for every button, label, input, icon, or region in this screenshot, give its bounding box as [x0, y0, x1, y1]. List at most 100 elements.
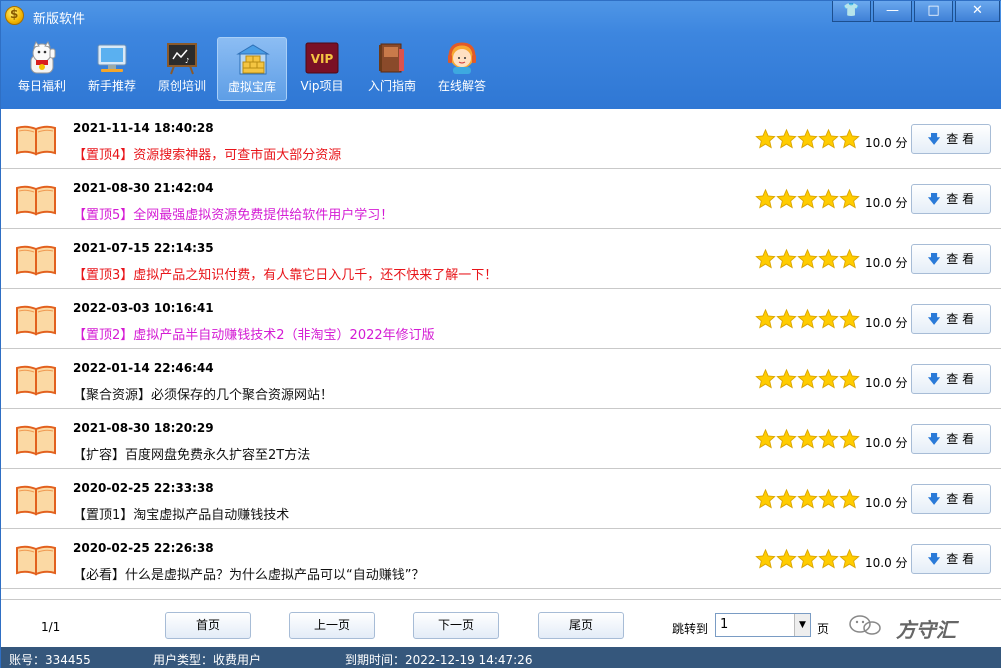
- skin-button[interactable]: 👕: [832, 1, 871, 22]
- view-button[interactable]: 🡇 查 看: [911, 424, 991, 454]
- toolbar-label: Vip项目: [300, 79, 344, 93]
- rating-stars: [755, 128, 860, 152]
- star-icon: [755, 308, 776, 329]
- item-date: 2022-03-03 10:16:41: [73, 301, 214, 315]
- view-button[interactable]: 🡇 查 看: [911, 184, 991, 214]
- toolbar-daily-benefits[interactable]: 每日福利: [7, 37, 77, 101]
- open-book-icon: [16, 125, 56, 156]
- star-icon: [755, 488, 776, 509]
- star-icon: [797, 488, 818, 509]
- view-button-label: 查 看: [946, 552, 975, 566]
- item-title[interactable]: 【扩容】百度网盘免费永久扩容至2T方法: [73, 444, 310, 463]
- last-page-button[interactable]: 尾页: [538, 612, 624, 639]
- item-title[interactable]: 【置顶2】虚拟产品半自动赚钱技术2（非淘宝）2022年修订版: [73, 324, 435, 343]
- view-button[interactable]: 🡇 查 看: [911, 244, 991, 274]
- toolbar-label: 在线解答: [437, 79, 486, 93]
- next-page-button[interactable]: 下一页: [413, 612, 499, 639]
- item-title[interactable]: 【置顶3】虚拟产品之知识付费，有人靠它日入几千，还不快来了解一下！: [73, 264, 497, 283]
- item-title[interactable]: 【置顶5】全网最强虚拟资源免费提供给软件用户学习！: [73, 204, 393, 223]
- open-book-icon: [16, 305, 56, 336]
- view-button-label: 查 看: [946, 252, 975, 266]
- toolbar-online-help[interactable]: 在线解答: [427, 37, 497, 101]
- item-title[interactable]: 【聚合资源】必须保存的几个聚合资源网站！: [73, 384, 333, 403]
- star-icon: [776, 428, 797, 449]
- chevron-down-icon[interactable]: ▼: [794, 614, 810, 636]
- star-icon: [818, 248, 839, 269]
- star-icon: [755, 368, 776, 389]
- item-date: 2021-08-30 18:20:29: [73, 421, 214, 435]
- view-button-label: 查 看: [946, 312, 975, 326]
- list-item: 2021-08-30 18:20:29 【扩容】百度网盘免费永久扩容至2T方法 10…: [1, 409, 1001, 469]
- star-icon: [797, 428, 818, 449]
- toolbar-getting-started[interactable]: 入门指南: [357, 37, 427, 101]
- expire-time-text: 到期时间：2022-12-19 14:47:26: [345, 653, 533, 667]
- star-icon: [818, 128, 839, 149]
- item-date: 2021-08-30 21:42:04: [73, 181, 214, 195]
- item-title[interactable]: 【置顶1】淘宝虚拟产品自动赚钱技术: [73, 504, 289, 523]
- star-icon: [839, 548, 860, 569]
- jump-page-value: 1: [720, 617, 729, 632]
- view-button[interactable]: 🡇 查 看: [911, 304, 991, 334]
- download-arrow-icon: 🡇: [927, 492, 941, 506]
- star-icon: [755, 188, 776, 209]
- item-date: 2020-02-25 22:26:38: [73, 541, 214, 555]
- item-date: 2021-07-15 22:14:35: [73, 241, 214, 255]
- maximize-button[interactable]: □: [914, 1, 953, 22]
- vip-badge-text: VIP: [311, 52, 334, 66]
- prev-page-button[interactable]: 上一页: [289, 612, 375, 639]
- star-icon: [818, 548, 839, 569]
- open-book-icon: [16, 485, 56, 516]
- item-score: 10.0 分: [865, 376, 908, 390]
- toolbar-virtual-treasury[interactable]: 虚拟宝库: [217, 37, 287, 101]
- toolbar-label: 每日福利: [17, 79, 66, 93]
- user-type-text: 用户类型：收费用户: [153, 653, 262, 667]
- watermark-text: 方守汇: [896, 618, 956, 642]
- svg-text:♪: ♪: [185, 57, 189, 65]
- view-button[interactable]: 🡇 查 看: [911, 484, 991, 514]
- account-text: 账号：334455: [9, 653, 91, 667]
- app-window: 新版软件 👕 — □ ✕ 每日福利: [0, 0, 1001, 668]
- close-button[interactable]: ✕: [955, 1, 1000, 22]
- toolbar-label: 入门指南: [367, 79, 416, 93]
- jump-page-select[interactable]: 1 ▼: [715, 613, 811, 637]
- header: 新版软件 👕 — □ ✕ 每日福利: [1, 1, 1001, 109]
- toolbar-label: 虚拟宝库: [227, 80, 276, 94]
- rating-stars: [755, 428, 860, 452]
- open-book-icon: [16, 245, 56, 276]
- view-button[interactable]: 🡇 查 看: [911, 364, 991, 394]
- star-icon: [797, 308, 818, 329]
- item-date: 2022-01-14 22:46:44: [73, 361, 214, 375]
- star-icon: [797, 248, 818, 269]
- book-stack-icon: [379, 43, 404, 73]
- toolbar-original-training[interactable]: ♪ 原创培训: [147, 37, 217, 101]
- star-icon: [818, 368, 839, 389]
- open-book-icon: [16, 365, 56, 396]
- monitor-icon: [97, 44, 127, 72]
- toolbar-beginner-recommend[interactable]: 新手推荐: [77, 37, 147, 101]
- star-icon: [818, 488, 839, 509]
- view-button-label: 查 看: [946, 492, 975, 506]
- title-bar: 新版软件 👕 — □ ✕: [1, 1, 1001, 31]
- star-icon: [797, 548, 818, 569]
- view-button[interactable]: 🡇 查 看: [911, 124, 991, 154]
- star-icon: [776, 368, 797, 389]
- minimize-button[interactable]: —: [873, 1, 912, 22]
- star-icon: [797, 128, 818, 149]
- article-list: 2021-11-14 18:40:28 【置顶4】资源搜索神器，可查市面大部分资源…: [1, 109, 1001, 599]
- star-icon: [776, 248, 797, 269]
- item-title[interactable]: 【必看】什么是虚拟产品？为什么虚拟产品可以“自动赚钱”？: [73, 564, 424, 583]
- chalkboard-icon: ♪: [167, 43, 197, 75]
- star-icon: [839, 188, 860, 209]
- first-page-button[interactable]: 首页: [165, 612, 251, 639]
- page-unit-label: 页: [817, 622, 830, 636]
- star-icon: [776, 308, 797, 329]
- toolbar-vip-projects[interactable]: VIP Vip项目: [287, 37, 357, 101]
- item-score: 10.0 分: [865, 436, 908, 450]
- star-icon: [776, 488, 797, 509]
- view-button[interactable]: 🡇 查 看: [911, 544, 991, 574]
- item-title[interactable]: 【置顶4】资源搜索神器，可查市面大部分资源: [73, 144, 341, 163]
- item-score: 10.0 分: [865, 496, 908, 510]
- list-item: 2022-01-14 22:46:44 【聚合资源】必须保存的几个聚合资源网站！ 1…: [1, 349, 1001, 409]
- star-icon: [755, 548, 776, 569]
- item-date: 2020-02-25 22:33:38: [73, 481, 214, 495]
